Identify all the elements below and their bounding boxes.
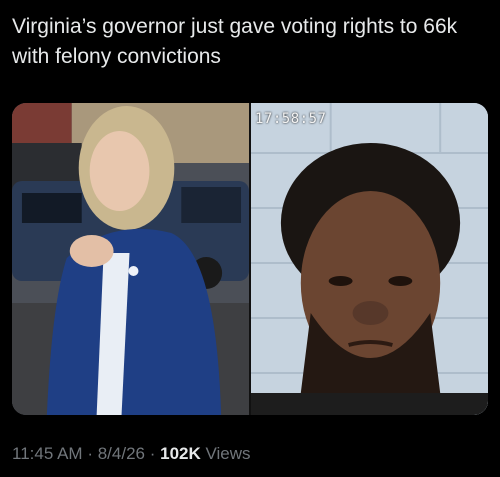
media-image-right[interactable]: 17:58:57 [251, 103, 488, 415]
tweet-text: Virginia’s governor just gave voting rig… [12, 15, 458, 68]
post-date[interactable]: 8/4/26 [98, 444, 145, 463]
views-count[interactable]: 102K [160, 444, 201, 463]
tweet-media[interactable]: 17:58:57 [12, 103, 488, 415]
post-time[interactable]: 11:45 AM [12, 444, 83, 463]
media-image-left[interactable] [12, 103, 249, 415]
woman-photo-illustration [12, 103, 249, 415]
mugshot-illustration [251, 103, 488, 415]
separator: · [87, 444, 93, 463]
separator: · [149, 444, 156, 463]
views-label[interactable]: Views [206, 444, 251, 463]
tweet-metadata: 11:45 AM · 8/4/26 · 102K Views [12, 444, 251, 464]
video-timestamp: 17:58:57 [255, 111, 327, 127]
